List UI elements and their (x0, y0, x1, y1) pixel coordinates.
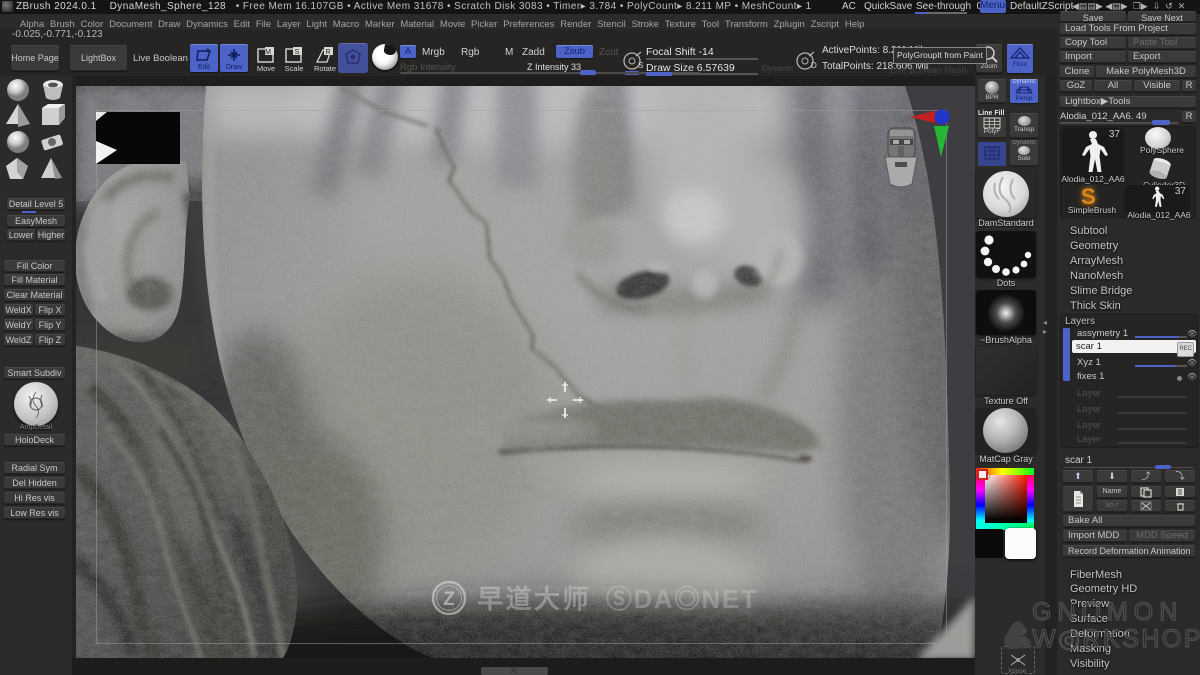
svg-text:R: R (325, 49, 330, 56)
svg-text:Rotate: Rotate (314, 64, 336, 72)
svg-text:W◎RKSHOP: W◎RKSHOP (1032, 625, 1200, 653)
svg-text:Draw: Draw (226, 64, 243, 71)
svg-text:早道大师: 早道大师 (477, 584, 591, 614)
svg-text:Edit: Edit (198, 64, 210, 71)
svg-text:Scale: Scale (285, 64, 304, 72)
svg-text:S: S (295, 49, 300, 56)
svg-text:D: D (811, 61, 817, 70)
svg-text:THE: THE (1020, 627, 1029, 643)
svg-text:Z: Z (443, 589, 455, 610)
svg-text:S: S (638, 61, 643, 70)
svg-text:Move: Move (257, 64, 275, 72)
svg-text:ⓈDA◎NET: ⓈDA◎NET (606, 584, 758, 614)
svg-text:GNOMON: GNOMON (1032, 598, 1183, 626)
svg-text:M: M (265, 49, 271, 56)
